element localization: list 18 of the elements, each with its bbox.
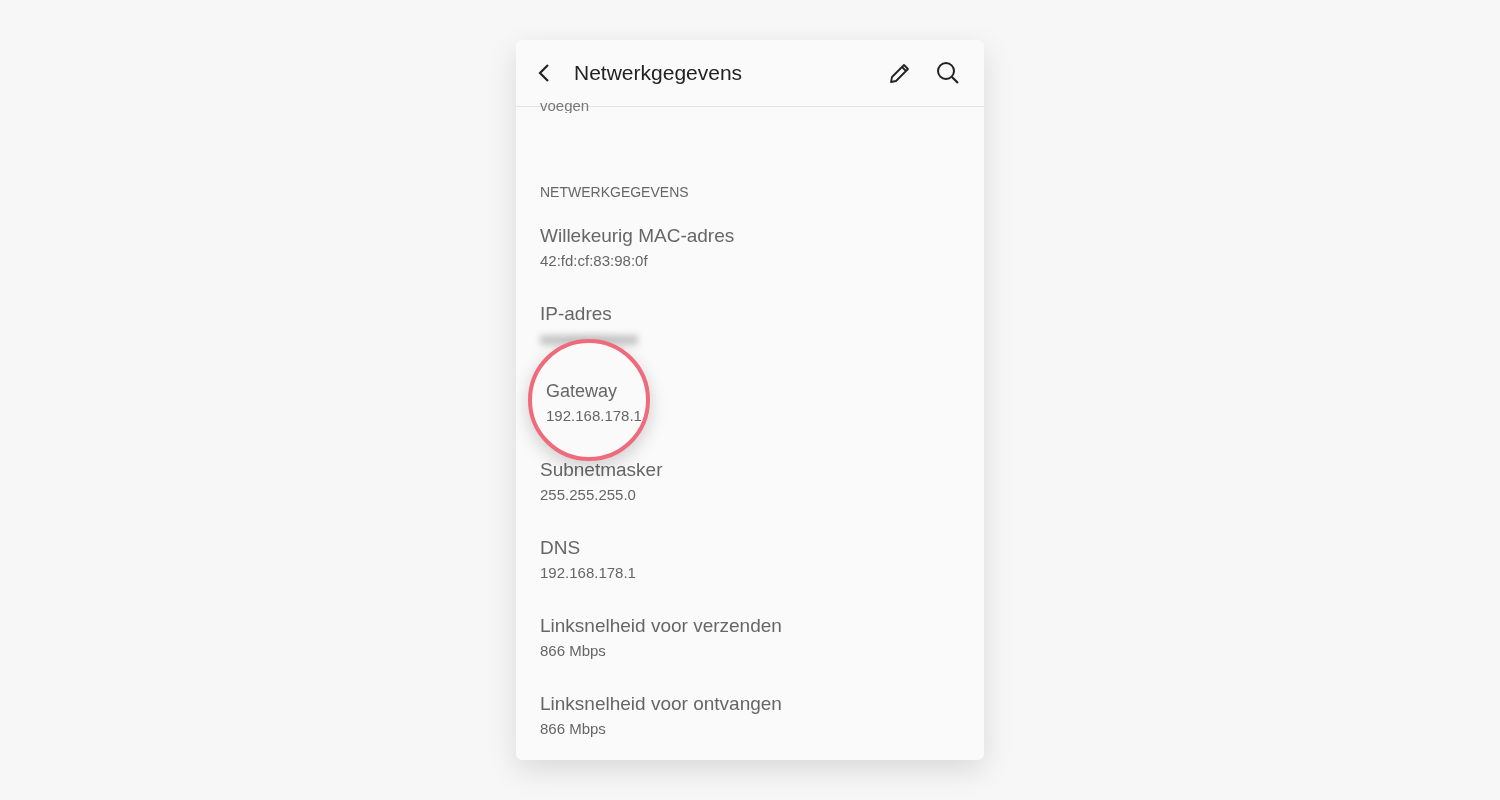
setting-label: IP-adres: [540, 303, 612, 326]
pencil-icon[interactable]: [888, 61, 912, 85]
setting-value: 255.255.255.0: [540, 486, 636, 504]
section-heading: NETWERKGEGEVENS: [540, 184, 689, 200]
setting-label: Gateway: [546, 381, 618, 403]
search-icon[interactable]: [936, 61, 960, 85]
setting-value: 866 Mbps: [540, 642, 606, 660]
setting-label: Linksnelheid voor verzenden: [540, 615, 782, 638]
setting-value: 866 Mbps: [540, 720, 606, 738]
setting-label: Subnetmasker: [540, 459, 663, 482]
setting-label: Linksnelheid voor ontvangen: [540, 693, 782, 716]
setting-label: Willekeurig MAC-adres: [540, 225, 735, 248]
page-title: Netwerkgegevens: [574, 60, 743, 87]
setting-label: DNS: [540, 537, 581, 560]
back-icon[interactable]: [538, 63, 550, 83]
setting-value: 42:fd:cf:83:98:0f: [540, 252, 648, 270]
setting-value: 192.168.178.1: [540, 564, 636, 582]
setting-value: 192.168.178.1: [546, 407, 642, 425]
